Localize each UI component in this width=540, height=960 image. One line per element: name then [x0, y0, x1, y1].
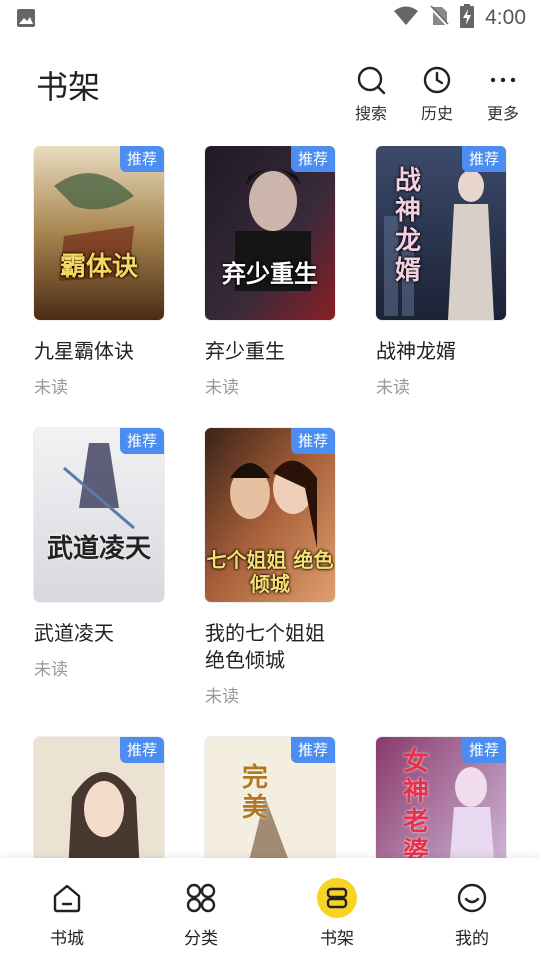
nav-profile[interactable]: 我的 [432, 878, 512, 949]
no-sim-icon [429, 5, 450, 31]
page-title: 书架 [36, 68, 101, 106]
status-bar: 4:00 [0, 0, 540, 36]
book-cover[interactable]: 女神老婆 推荐 [376, 737, 506, 858]
recommend-badge: 推荐 [119, 428, 164, 454]
recommend-badge: 推荐 [290, 146, 335, 172]
cover-title: 完美 [241, 763, 268, 823]
book-item[interactable]: 弃少重生 推荐 弃少重生 未读 [205, 146, 337, 398]
book-item[interactable]: 霸体诀 推荐 九星霸体诀 未读 [34, 146, 166, 398]
image-notification-icon [16, 8, 36, 32]
book-cover[interactable]: 霸体诀 推荐 [34, 146, 164, 320]
search-label: 搜索 [354, 104, 387, 123]
read-status: 未读 [376, 378, 410, 398]
bookshelf-icon [317, 878, 357, 918]
cover-title: 七个姐姐 绝色倾城 [206, 548, 334, 596]
more-label: 更多 [486, 104, 519, 123]
bottom-navigation: 书城 分类 书架 我的 [0, 858, 540, 960]
book-title: 武道凌天 [34, 621, 114, 645]
nav-label: 我的 [455, 929, 489, 949]
cover-title: 霸体诀 [59, 252, 138, 282]
nav-bookshelf[interactable]: 书架 [297, 878, 377, 949]
book-title: 弃少重生 [205, 339, 285, 363]
book-item[interactable]: 战神龙婿 推荐 战神龙婿 未读 [376, 146, 508, 398]
smiley-icon [452, 878, 492, 918]
book-cover[interactable]: 推荐 [34, 737, 164, 858]
header-actions: 搜索 历史 更多 [350, 64, 524, 124]
search-icon [357, 66, 386, 95]
nav-label: 分类 [184, 929, 218, 949]
recommend-badge: 推荐 [290, 737, 335, 763]
wifi-icon [393, 5, 419, 31]
book-item[interactable]: 七个姐姐 绝色倾城 推荐 我的七个姐姐绝色倾城 未读 [205, 428, 337, 707]
book-cover[interactable]: 七个姐姐 绝色倾城 推荐 [205, 428, 335, 602]
history-label: 历史 [420, 104, 453, 123]
book-title: 九星霸体诀 [34, 339, 134, 363]
grid-icon [181, 878, 221, 918]
recommend-badge: 推荐 [461, 737, 506, 763]
cover-title: 战神龙婿 [394, 166, 421, 286]
nav-category[interactable]: 分类 [161, 878, 241, 949]
recommend-badge: 推荐 [119, 146, 164, 172]
book-cover[interactable]: 完美 推荐 [205, 737, 335, 858]
status-time: 4:00 [485, 6, 526, 29]
more-button[interactable]: 更多 [482, 64, 524, 124]
book-cover[interactable]: 战神龙婿 推荐 [376, 146, 506, 320]
book-item[interactable]: 完美 推荐 [205, 737, 337, 858]
book-item[interactable]: 推荐 [34, 737, 166, 858]
read-status: 未读 [34, 378, 68, 398]
more-icon [490, 77, 516, 83]
battery-charging-icon [459, 4, 475, 32]
cover-title: 女神老婆 [402, 747, 429, 858]
book-cover[interactable]: 弃少重生 推荐 [205, 146, 335, 320]
nav-label: 书城 [50, 929, 84, 949]
home-icon [47, 878, 87, 918]
cover-title: 弃少重生 [222, 260, 318, 288]
book-cover[interactable]: 武道凌天 推荐 [34, 428, 164, 602]
book-title: 战神龙婿 [376, 339, 456, 363]
recommend-badge: 推荐 [119, 737, 164, 763]
book-item[interactable]: 女神老婆 推荐 [376, 737, 508, 858]
read-status: 未读 [205, 687, 239, 707]
nav-label: 书架 [320, 929, 354, 949]
nav-bookstore[interactable]: 书城 [27, 878, 107, 949]
clock-icon [423, 66, 451, 94]
bookshelf-grid: 霸体诀 推荐 九星霸体诀 未读 弃少重生 推荐 弃少重生 未读 战神龙婿 推荐 … [0, 146, 540, 858]
book-item[interactable]: 武道凌天 推荐 武道凌天 未读 [34, 428, 166, 680]
recommend-badge: 推荐 [461, 146, 506, 172]
read-status: 未读 [205, 378, 239, 398]
search-button[interactable]: 搜索 [350, 64, 392, 124]
book-title: 我的七个姐姐绝色倾城 [205, 621, 325, 672]
read-status: 未读 [34, 660, 68, 680]
recommend-badge: 推荐 [290, 428, 335, 454]
history-button[interactable]: 历史 [416, 64, 458, 124]
cover-title: 武道凌天 [46, 534, 151, 564]
